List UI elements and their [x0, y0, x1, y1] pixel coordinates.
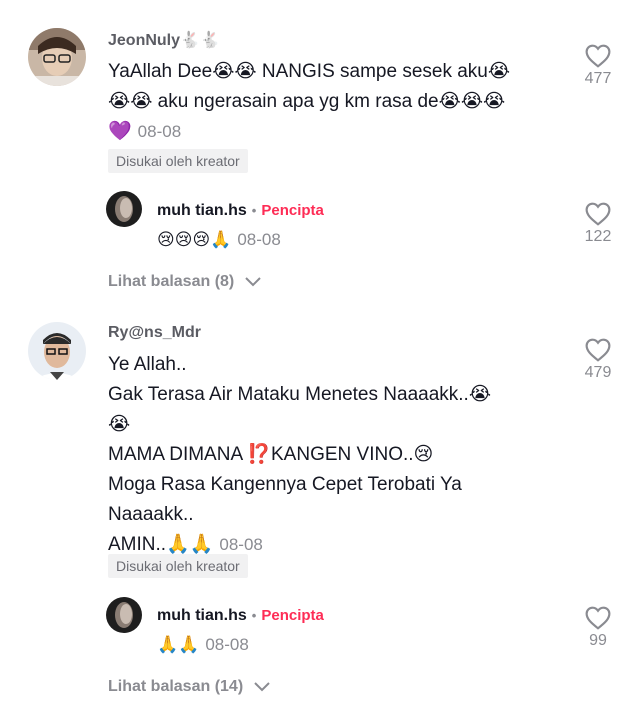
- comment-line: Moga Rasa Kangennya Cepet Terobati Ya: [108, 474, 462, 495]
- comment-date: 08-08: [219, 535, 263, 554]
- separator-dot: •: [251, 608, 257, 623]
- reply-username: muh tian.hs • Pencipta: [157, 202, 324, 220]
- comment-username[interactable]: Ry@ns_Mdr: [108, 324, 201, 342]
- comment-text: YaAllah Dee😭😭 NANGIS sampe sesek aku😭 😭😭…: [108, 57, 510, 147]
- heart-outline-icon: [585, 338, 611, 362]
- liked-by-creator-badge: Disukai oleh kreator: [108, 149, 248, 173]
- reply-date: 08-08: [237, 230, 281, 249]
- like-button[interactable]: 99: [578, 606, 618, 650]
- creator-label: Pencipta: [261, 607, 324, 624]
- chevron-down-icon: [244, 277, 261, 287]
- purple-heart-emoji: 💜: [108, 121, 132, 142]
- heart-outline-icon: [585, 44, 611, 68]
- like-count: 99: [589, 632, 607, 649]
- avatar[interactable]: [106, 597, 142, 633]
- comment-text: Ye Allah.. Gak Terasa Air Mataku Menetes…: [108, 350, 491, 560]
- reply-username-text[interactable]: muh tian.hs: [157, 202, 247, 219]
- liked-by-creator-badge: Disukai oleh kreator: [108, 554, 248, 578]
- like-count: 122: [584, 228, 612, 245]
- like-count: 477: [584, 70, 612, 87]
- comment-line: YaAllah Dee😭😭 NANGIS sampe sesek aku😭: [108, 61, 511, 82]
- like-count: 479: [584, 364, 612, 381]
- creator-label: Pencipta: [261, 202, 324, 219]
- reply-emojis: 🙏🙏: [157, 635, 200, 654]
- avatar[interactable]: [106, 191, 142, 227]
- reply-username-text[interactable]: muh tian.hs: [157, 607, 247, 624]
- reply-emojis: 😢😢😢🙏: [157, 230, 232, 249]
- view-replies-button[interactable]: Lihat balasan (14): [108, 678, 270, 696]
- reply-text: 😢😢😢🙏 08-08: [157, 225, 281, 255]
- reply-username: muh tian.hs • Pencipta: [157, 607, 324, 625]
- comment-line: 😭: [108, 414, 131, 435]
- chevron-down-icon: [253, 682, 270, 692]
- comment-line: Ye Allah..: [108, 354, 187, 375]
- comment-date: 08-08: [137, 122, 182, 141]
- like-button[interactable]: 122: [578, 202, 618, 246]
- reply-text: 🙏🙏 08-08: [157, 630, 249, 660]
- comment-line-text: AMIN..🙏🙏: [108, 534, 214, 555]
- separator-dot: •: [251, 203, 257, 218]
- heart-outline-icon: [585, 606, 611, 630]
- comment-line: Gak Terasa Air Mataku Menetes Naaaakk..😭: [108, 384, 492, 405]
- view-replies-button[interactable]: Lihat balasan (8): [108, 273, 261, 291]
- avatar[interactable]: [28, 322, 86, 380]
- comment-line-last: 💜 08-08: [108, 117, 510, 147]
- view-replies-label: Lihat balasan (14): [108, 678, 244, 695]
- comment-line: Naaaakk..: [108, 504, 194, 525]
- comment-line: MAMA DIMANA ⁉️KANGEN VINO..😢: [108, 444, 434, 465]
- heart-outline-icon: [585, 202, 611, 226]
- comment-username[interactable]: JeonNuly🐇🐇: [108, 30, 220, 50]
- comment-line: 😭😭 aku ngerasain apa yg km rasa de😭😭😭: [108, 91, 506, 112]
- avatar[interactable]: [28, 28, 86, 86]
- like-button[interactable]: 479: [578, 338, 618, 382]
- reply-date: 08-08: [205, 635, 249, 654]
- like-button[interactable]: 477: [578, 44, 618, 88]
- view-replies-label: Lihat balasan (8): [108, 273, 235, 290]
